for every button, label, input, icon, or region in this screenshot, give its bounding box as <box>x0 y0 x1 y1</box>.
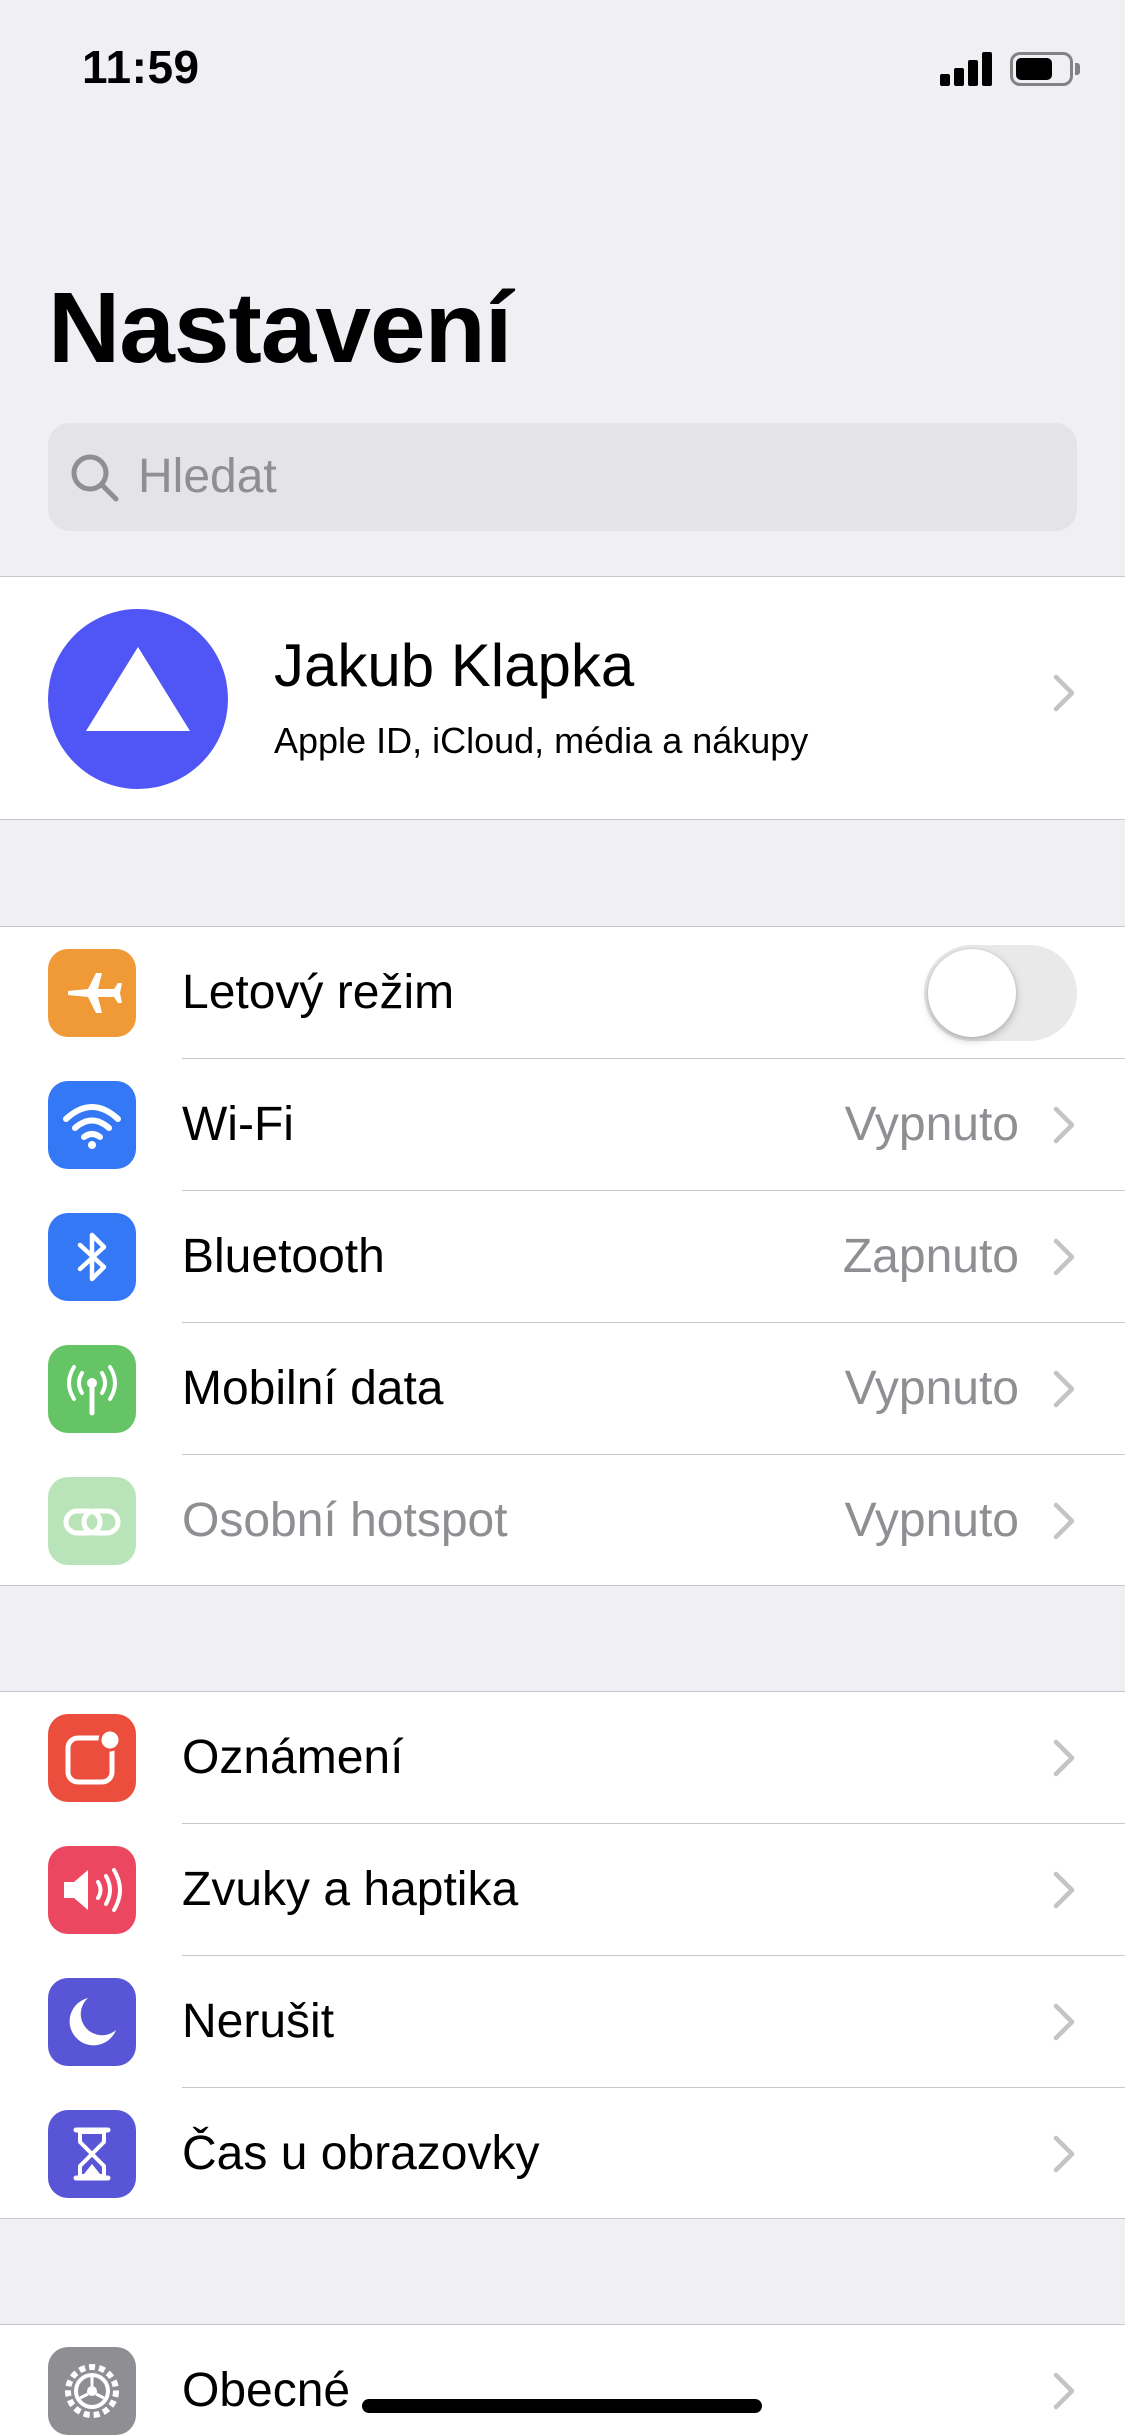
hotspot-icon <box>48 1477 136 1565</box>
general-group: Obecné <box>0 2324 1125 2436</box>
search-placeholder: Hledat <box>138 450 277 503</box>
chevron-right-icon <box>1053 1370 1075 1408</box>
chevron-right-icon <box>1053 1739 1075 1777</box>
row-bluetooth[interactable]: Bluetooth Zapnuto <box>0 1191 1125 1323</box>
row-value: Zapnuto <box>842 1230 1019 1283</box>
cellular-signal-icon <box>940 52 994 86</box>
settings-screen: 11:59 Nastavení Hledat Jakub Klapka Appl… <box>0 0 1125 2436</box>
airplane-mode-toggle[interactable] <box>924 945 1077 1041</box>
notifications-group: Oznámení Zvuky a haptika Nerušit Čas u o… <box>0 1691 1125 2219</box>
profile-subtitle: Apple ID, iCloud, média a nákupy <box>274 720 809 761</box>
chevron-right-icon <box>1053 2003 1075 2041</box>
chevron-right-icon <box>1053 2372 1075 2410</box>
wifi-icon <box>48 1081 136 1169</box>
status-time: 11:59 <box>82 41 200 93</box>
row-label: Čas u obrazovky <box>182 2127 540 2180</box>
triangle-icon <box>86 647 190 731</box>
search-input[interactable]: Hledat <box>48 423 1077 531</box>
row-value: Vypnuto <box>844 1362 1019 1415</box>
chevron-right-icon <box>1053 1106 1075 1144</box>
chevron-right-icon <box>1053 1871 1075 1909</box>
connectivity-group: Letový režim Wi-Fi Vypnuto Bluetooth Zap… <box>0 926 1125 1586</box>
row-value: Vypnuto <box>844 1494 1019 1547</box>
row-label: Oznámení <box>182 1731 404 1784</box>
row-label: Zvuky a haptika <box>182 1863 519 1916</box>
home-indicator[interactable] <box>362 2399 762 2413</box>
search-icon <box>71 454 119 502</box>
row-do-not-disturb[interactable]: Nerušit <box>0 1956 1125 2088</box>
avatar <box>48 609 228 789</box>
row-label: Obecné <box>182 2364 351 2417</box>
chevron-right-icon <box>1053 1502 1075 1540</box>
row-label: Bluetooth <box>182 1230 385 1283</box>
speaker-icon <box>48 1846 136 1934</box>
row-label: Wi-Fi <box>182 1098 294 1151</box>
battery-icon <box>1010 52 1080 86</box>
gear-icon <box>48 2347 136 2435</box>
row-label: Mobilní data <box>182 1362 444 1415</box>
notifications-icon <box>48 1714 136 1802</box>
bluetooth-icon <box>48 1213 136 1301</box>
row-screen-time[interactable]: Čas u obrazovky <box>0 2088 1125 2220</box>
chevron-right-icon <box>1053 2135 1075 2173</box>
profile-name: Jakub Klapka <box>274 632 635 699</box>
row-label: Letový režim <box>182 966 455 1019</box>
hourglass-icon <box>48 2110 136 2198</box>
moon-icon <box>48 1978 136 2066</box>
cellular-antenna-icon <box>48 1345 136 1433</box>
airplane-icon <box>48 949 136 1037</box>
row-value: Vypnuto <box>844 1098 1019 1151</box>
row-sounds-haptics[interactable]: Zvuky a haptika <box>0 1824 1125 1956</box>
apple-id-profile[interactable]: Jakub Klapka Apple ID, iCloud, média a n… <box>0 576 1125 820</box>
row-mobile-data[interactable]: Mobilní data Vypnuto <box>0 1323 1125 1455</box>
chevron-right-icon <box>1053 674 1075 712</box>
row-general[interactable]: Obecné <box>0 2325 1125 2436</box>
row-label: Nerušit <box>182 1995 335 2048</box>
chevron-right-icon <box>1053 1238 1075 1276</box>
row-personal-hotspot[interactable]: Osobní hotspot Vypnuto <box>0 1455 1125 1587</box>
status-bar: 11:59 <box>0 0 1125 140</box>
page-title: Nastavení <box>48 272 512 384</box>
row-notifications[interactable]: Oznámení <box>0 1692 1125 1824</box>
row-airplane-mode[interactable]: Letový režim <box>0 927 1125 1059</box>
row-wifi[interactable]: Wi-Fi Vypnuto <box>0 1059 1125 1191</box>
row-label: Osobní hotspot <box>182 1494 508 1547</box>
